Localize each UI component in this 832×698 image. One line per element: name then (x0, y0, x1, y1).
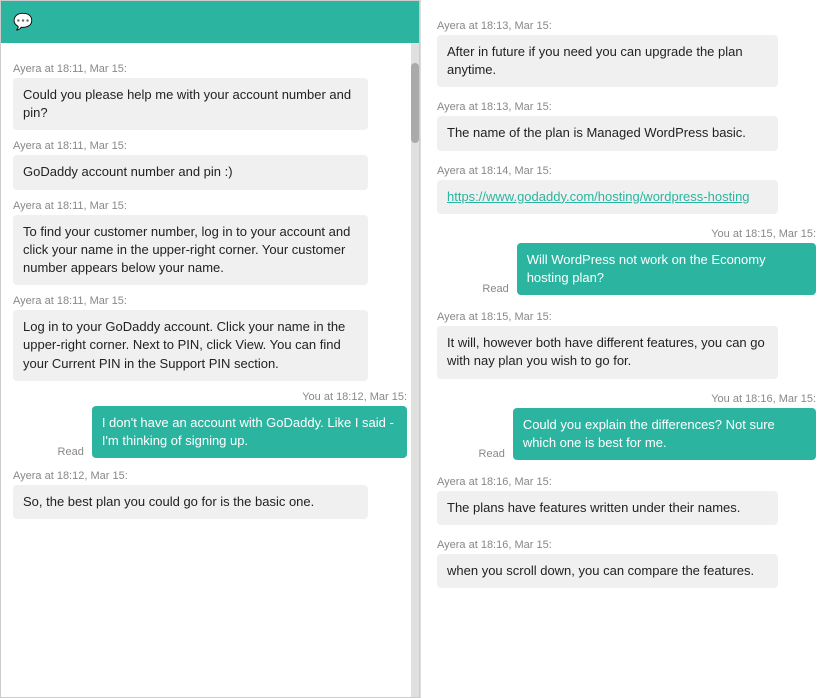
agent-message: After in future if you need you can upgr… (437, 35, 778, 87)
timestamp: Ayera at 18:15, Mar 15: (437, 311, 816, 323)
timestamp: Ayera at 18:16, Mar 15: (437, 539, 816, 551)
scrollbar[interactable] (411, 43, 419, 697)
left-chat-panel: 💬 Ayera at 18:11, Mar 15: Could you pleas… (0, 0, 420, 698)
right-chat-panel: Ayera at 18:13, Mar 15: After in future i… (420, 0, 832, 698)
chat-header: 💬 (1, 1, 419, 43)
timestamp: Ayera at 18:16, Mar 15: (437, 476, 816, 488)
agent-message: To find your customer number, log in to … (13, 215, 368, 286)
agent-message: Log in to your GoDaddy account. Click yo… (13, 310, 368, 381)
timestamp: Ayera at 18:11, Mar 15: (13, 295, 407, 307)
user-message: Could you explain the differences? Not s… (513, 408, 816, 460)
agent-message: Could you please help me with your accou… (13, 78, 368, 130)
timestamp: Ayera at 18:13, Mar 15: (437, 101, 816, 113)
timestamp-right: You at 18:16, Mar 15: (437, 393, 816, 405)
timestamp: Ayera at 18:11, Mar 15: (13, 140, 407, 152)
agent-message: It will, however both have different fea… (437, 326, 778, 378)
user-message-wrapper: Read I don't have an account with GoDaddy… (13, 406, 407, 460)
read-label: Read (479, 448, 505, 460)
user-message-row: Read Will WordPress not work on the Econo… (442, 243, 816, 295)
chat-link[interactable]: https://www.godaddy.com/hosting/wordpres… (447, 189, 750, 204)
user-message-row: Read Could you explain the differences? N… (437, 408, 816, 460)
timestamp-right: You at 18:12, Mar 15: (13, 391, 407, 403)
user-message-wrapper: Read Will WordPress not work on the Econo… (437, 243, 816, 297)
left-chat-messages: Ayera at 18:11, Mar 15: Could you please … (1, 43, 419, 697)
user-message-row: Read I don't have an account with GoDaddy… (13, 406, 407, 458)
user-message: Will WordPress not work on the Economy h… (517, 243, 816, 295)
agent-link-message[interactable]: https://www.godaddy.com/hosting/wordpres… (437, 180, 778, 214)
agent-message: when you scroll down, you can compare th… (437, 554, 778, 588)
timestamp: Ayera at 18:14, Mar 15: (437, 165, 816, 177)
agent-message: The name of the plan is Managed WordPres… (437, 116, 778, 150)
timestamp: Ayera at 18:13, Mar 15: (437, 20, 816, 32)
timestamp: Ayera at 18:12, Mar 15: (13, 470, 407, 482)
agent-message: The plans have features written under th… (437, 491, 778, 525)
timestamp-right: You at 18:15, Mar 15: (437, 228, 816, 240)
user-message-wrapper: Read Could you explain the differences? N… (437, 408, 816, 462)
agent-message: So, the best plan you could go for is th… (13, 485, 368, 519)
timestamp: Ayera at 18:11, Mar 15: (13, 200, 407, 212)
timestamp: Ayera at 18:11, Mar 15: (13, 63, 407, 75)
agent-message: GoDaddy account number and pin :) (13, 155, 368, 189)
scrollbar-thumb[interactable] (411, 63, 419, 143)
header-left: 💬 (13, 12, 41, 32)
read-label: Read (58, 446, 84, 458)
chat-icon: 💬 (13, 12, 33, 32)
user-message: I don't have an account with GoDaddy. Li… (92, 406, 407, 458)
read-label: Read (482, 283, 508, 295)
